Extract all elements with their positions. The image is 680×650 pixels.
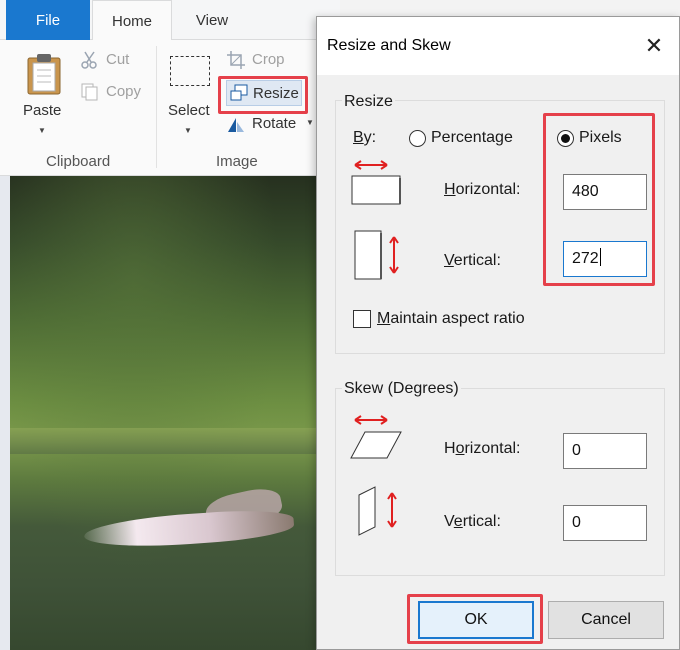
skew-vertical-label: Vertical:: [444, 513, 501, 530]
ribbon-separator: [156, 46, 157, 168]
crop-icon: [227, 51, 245, 69]
resize-horizontal-label: Horizontal:: [444, 181, 521, 198]
resize-vertical-icon: [354, 230, 399, 280]
dialog-title: Resize and Skew: [327, 37, 451, 54]
ribbon-tab-bar: File Home View: [0, 0, 340, 41]
by-label: By:: [353, 129, 377, 146]
resize-group-title: Resize: [342, 93, 395, 111]
percentage-label: Percentage: [431, 129, 513, 146]
copy-icon: [81, 83, 98, 101]
percentage-radio[interactable]: Percentage: [409, 128, 529, 150]
resize-horizontal-icon: [351, 160, 401, 205]
skew-vertical-input[interactable]: 0: [563, 505, 647, 541]
canvas-margin: [0, 176, 10, 650]
tab-file[interactable]: File: [6, 0, 90, 40]
select-label: Select: [168, 102, 210, 119]
clipboard-group-label: Clipboard: [46, 153, 111, 170]
maintain-aspect-label: Maintain aspect ratio: [377, 310, 525, 327]
resize-highlight-box: [218, 76, 308, 114]
chevron-down-icon: ▼: [184, 126, 192, 135]
skew-group-title: Skew (Degrees): [342, 380, 461, 398]
crop-label: Crop: [252, 51, 285, 68]
rotate-icon: [228, 118, 244, 132]
chevron-down-icon: ▼: [38, 126, 46, 135]
select-button[interactable]: Select ▼: [166, 50, 218, 146]
photo-shoreline: [10, 428, 320, 454]
rotate-button[interactable]: Rotate ▼: [226, 112, 320, 136]
cancel-button[interactable]: Cancel: [548, 601, 664, 639]
close-icon[interactable]: ✕: [639, 31, 669, 61]
percentage-radio-button[interactable]: [409, 130, 426, 147]
clipboard-icon: [27, 54, 61, 95]
maintain-aspect-checkbox[interactable]: Maintain aspect ratio: [353, 309, 553, 331]
paste-button[interactable]: Paste ▼: [16, 50, 72, 146]
ok-highlight-box: [407, 594, 543, 644]
skew-horizontal-label: Horizontal:: [444, 440, 521, 457]
scissors-icon: [81, 51, 97, 69]
pixels-highlight-box: [543, 113, 655, 286]
canvas-photo[interactable]: [10, 176, 320, 650]
photo-trees: [10, 176, 320, 650]
resize-skew-dialog: Resize and Skew ✕ Resize By: Percentage …: [316, 16, 680, 650]
skew-vertical-icon: [358, 486, 397, 536]
tab-view[interactable]: View: [176, 0, 248, 40]
paste-label: Paste: [23, 102, 62, 119]
chevron-down-icon: ▼: [306, 118, 314, 127]
dialog-titlebar: Resize and Skew ✕: [317, 17, 679, 75]
image-group-label: Image: [216, 153, 258, 170]
skew-horizontal-input[interactable]: 0: [563, 433, 647, 469]
cut-label: Cut: [106, 51, 130, 68]
cut-button[interactable]: Cut: [80, 48, 150, 72]
maintain-aspect-checkbox-box[interactable]: [353, 310, 371, 328]
copy-button[interactable]: Copy: [80, 80, 150, 104]
tab-home[interactable]: Home: [92, 0, 172, 41]
skew-horizontal-icon: [350, 415, 402, 459]
select-rectangle-icon: [170, 56, 210, 86]
resize-vertical-label: Vertical:: [444, 252, 501, 269]
rotate-label: Rotate: [252, 115, 297, 132]
copy-label: Copy: [106, 83, 142, 100]
crop-button[interactable]: Crop: [226, 48, 296, 72]
